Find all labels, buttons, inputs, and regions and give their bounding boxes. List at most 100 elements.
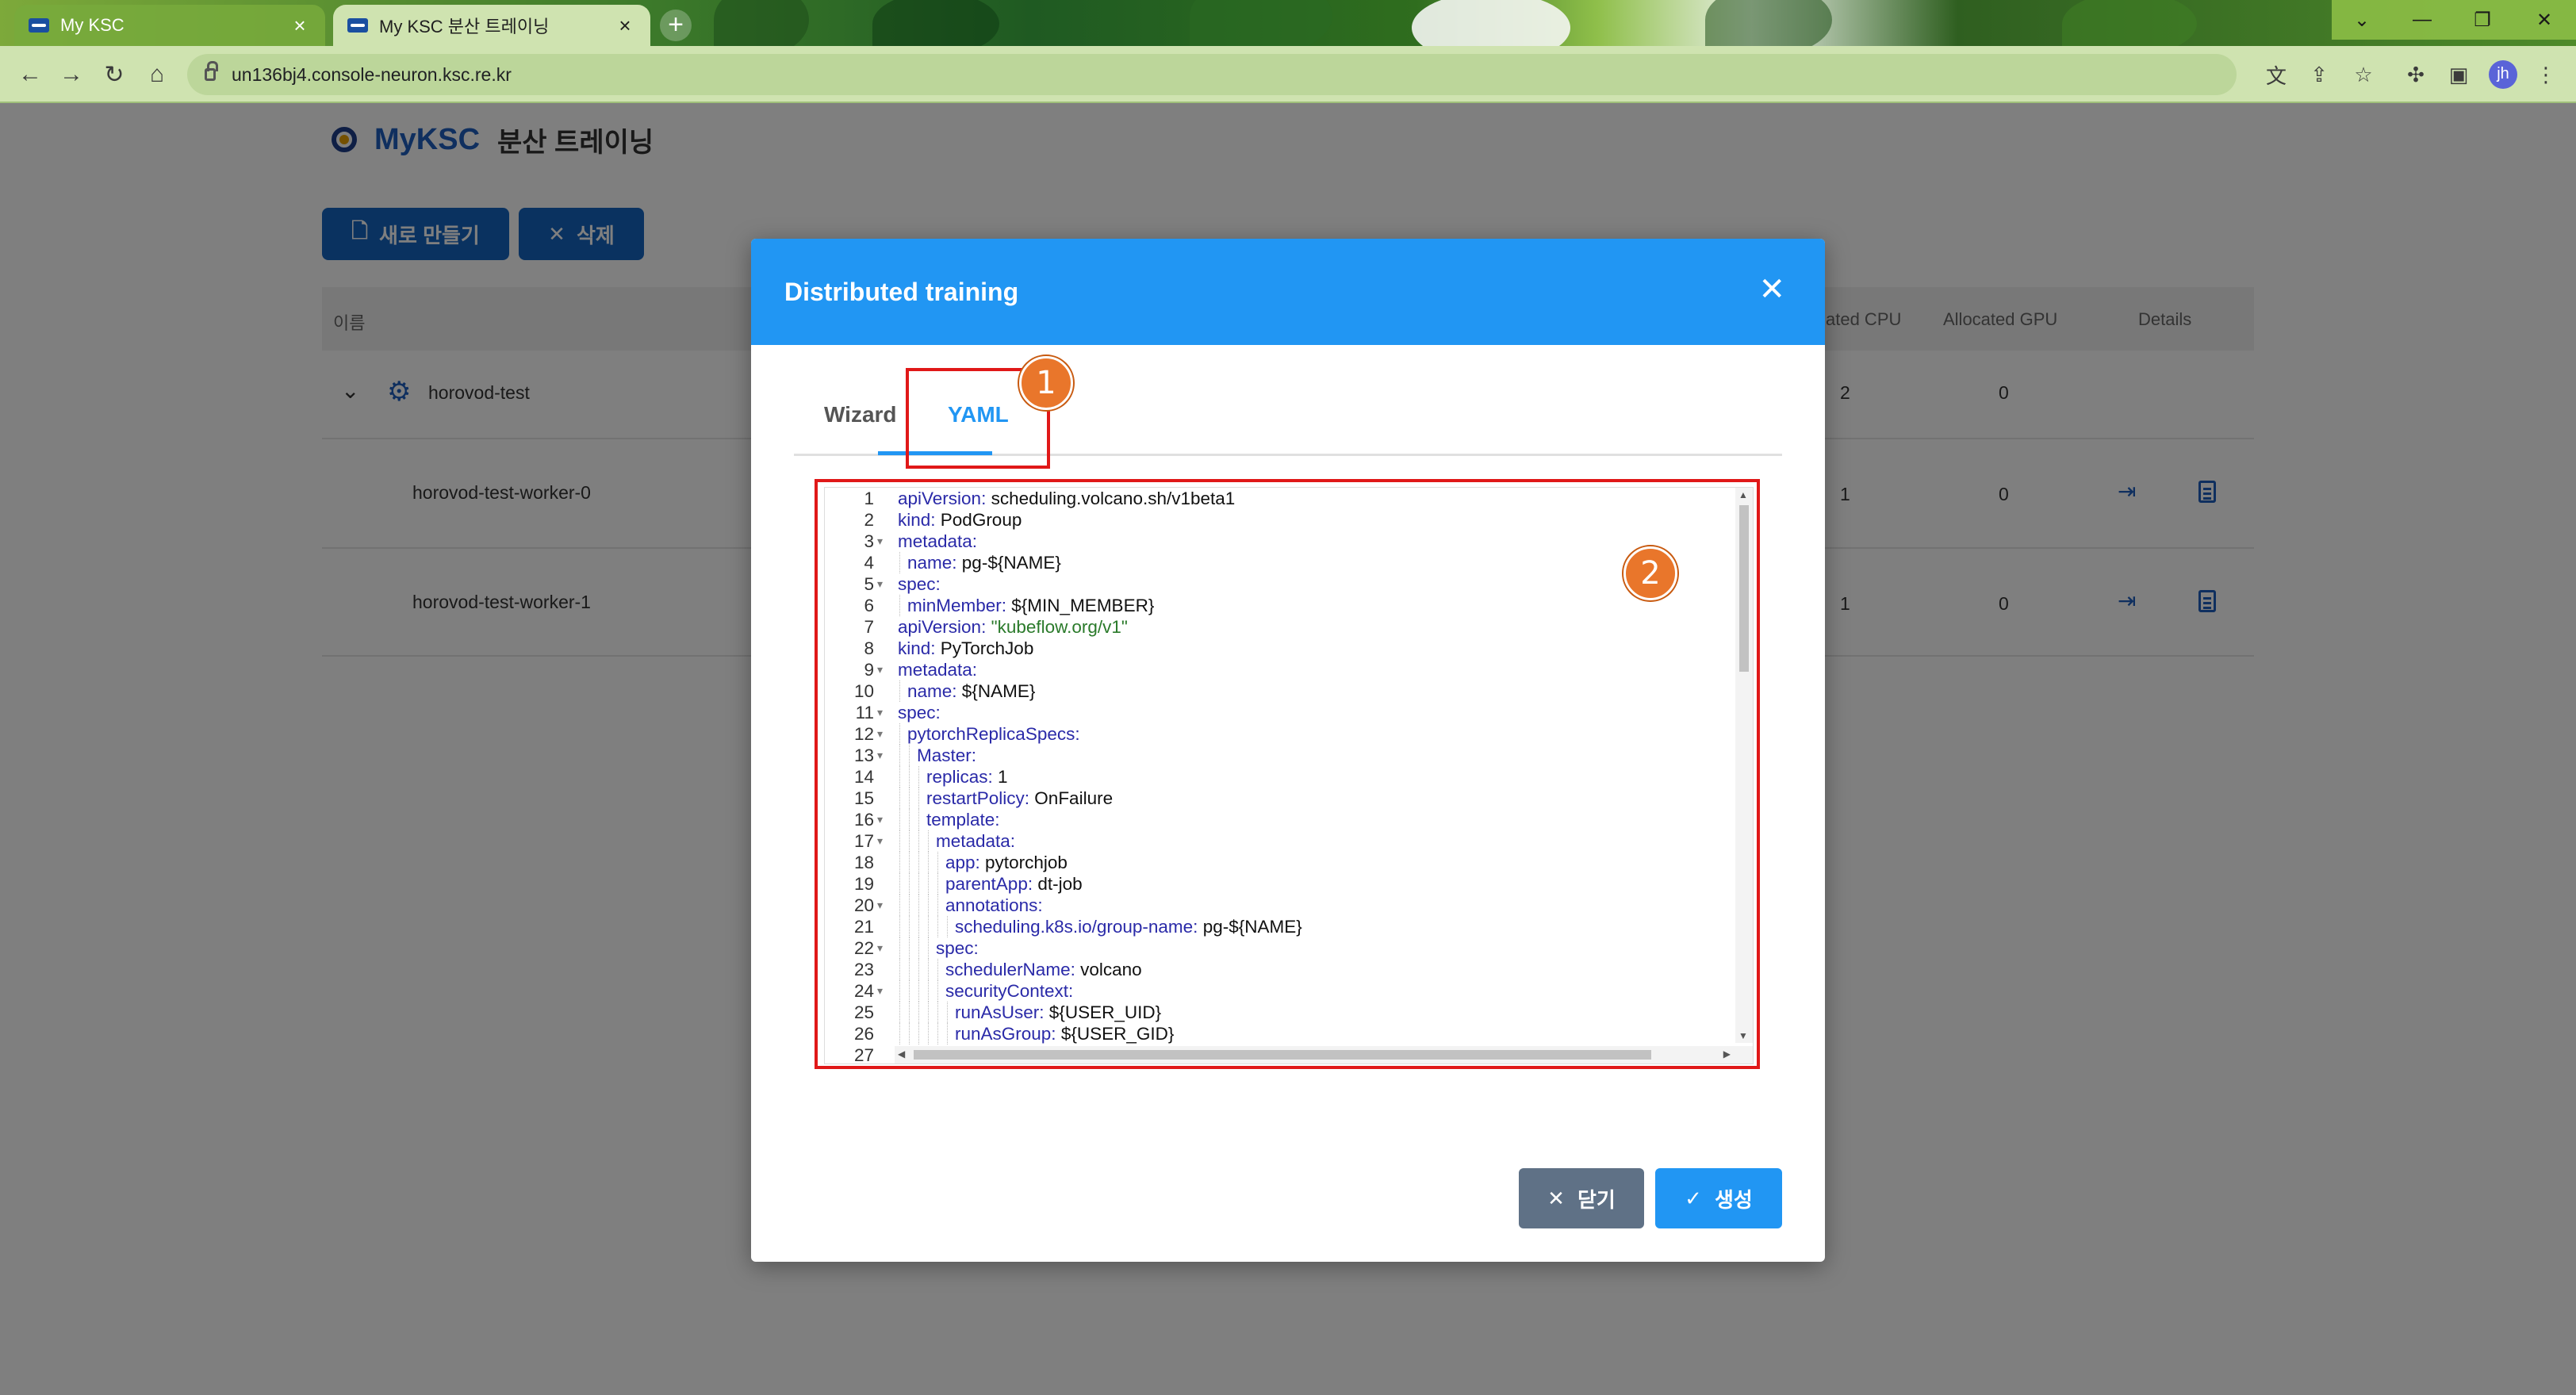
check-icon: ✓ [1685, 1186, 1702, 1210]
fold-arrow-icon[interactable]: ▾ [877, 745, 888, 766]
translate-icon[interactable]: 文 [2262, 60, 2290, 89]
indent-guide [899, 552, 900, 573]
vertical-scrollbar[interactable]: ▲ ▼ [1735, 488, 1753, 1043]
url-input[interactable]: un136bj4.console-neuron.ksc.re.kr [187, 54, 2237, 95]
code-text: securityContext: [945, 980, 1073, 1002]
line-number: 14 [853, 767, 874, 787]
yaml-value: ${MIN_MEMBER} [1006, 596, 1155, 615]
window-close-button[interactable]: ✕ [2513, 0, 2576, 40]
indent-guide [909, 937, 910, 959]
code-text: kind: PyTorchJob [898, 638, 1033, 659]
yaml-key: spec: [898, 574, 941, 594]
indent-guide [928, 852, 929, 873]
code-text: apiVersion: "kubeflow.org/v1" [898, 616, 1128, 638]
theme-leaf [714, 0, 809, 46]
code-text: restartPolicy: OnFailure [926, 788, 1113, 809]
fold-arrow-icon[interactable]: ▾ [877, 573, 888, 595]
fold-arrow-icon[interactable]: ▾ [877, 895, 888, 916]
code-text: spec: [898, 573, 941, 595]
lock-icon [205, 61, 218, 81]
yaml-key: parentApp: [945, 874, 1033, 894]
indent-guide [928, 959, 929, 980]
indent-guide [928, 1023, 929, 1044]
line-number: 5 [864, 574, 874, 594]
indent-guide [937, 895, 938, 916]
yaml-value: ${NAME} [956, 681, 1036, 701]
home-icon[interactable]: ⌂ [141, 59, 173, 90]
minimize-button[interactable]: — [2392, 0, 2452, 40]
dialog-header: Distributed training ✕ [751, 239, 1825, 345]
yaml-key: runAsGroup: [955, 1024, 1056, 1044]
indent-guide [928, 937, 929, 959]
side-panel-icon[interactable]: ▣ [2444, 60, 2473, 89]
yaml-value: pg-${NAME} [956, 553, 1061, 573]
tab-my-ksc[interactable]: My KSC × [14, 5, 325, 46]
tab-distributed-training[interactable]: My KSC 분산 트레이닝 × [333, 5, 650, 46]
yaml-value: pytorchjob [979, 853, 1068, 872]
scroll-up-icon[interactable]: ▲ [1738, 489, 1748, 500]
indent-guide [899, 852, 900, 873]
yaml-key: schedulerName: [945, 960, 1075, 979]
indent-guide [899, 766, 900, 788]
line-number: 8 [864, 638, 874, 658]
line-number: 17 [853, 831, 874, 851]
puzzle-icon[interactable]: ✣ [2402, 60, 2430, 89]
fold-arrow-icon[interactable]: ▾ [877, 531, 888, 552]
code-text: apiVersion: scheduling.volcano.sh/v1beta… [898, 488, 1235, 509]
indent-guide [909, 766, 910, 788]
code-text: spec: [936, 937, 979, 959]
tab-search-button[interactable]: ⌄ [2332, 0, 2392, 40]
close-icon[interactable]: × [289, 13, 311, 38]
close-icon[interactable]: ✕ [1758, 274, 1785, 305]
fold-arrow-icon[interactable]: ▾ [877, 937, 888, 959]
indent-guide [918, 766, 919, 788]
indent-guide [899, 873, 900, 895]
indent-guide [909, 788, 910, 809]
fold-arrow-icon[interactable]: ▾ [877, 830, 888, 852]
yaml-key: Master: [917, 745, 977, 765]
fold-arrow-icon[interactable]: ▾ [877, 809, 888, 830]
tab-wizard[interactable]: Wizard [824, 402, 897, 427]
scroll-down-icon[interactable]: ▼ [1738, 1030, 1748, 1041]
code-text: name: pg-${NAME} [907, 552, 1061, 573]
create-button[interactable]: ✓ 생성 [1655, 1168, 1782, 1228]
yaml-value: pg-${NAME} [1198, 917, 1302, 937]
yaml-key: runAsUser: [955, 1002, 1045, 1022]
star-icon[interactable]: ☆ [2349, 60, 2378, 89]
new-tab-button[interactable]: + [660, 10, 692, 41]
indent-guide [899, 1002, 900, 1023]
yaml-key: securityContext: [945, 981, 1074, 1001]
indent-guide [918, 873, 919, 895]
indent-guide [918, 959, 919, 980]
line-number: 26 [853, 1024, 874, 1044]
restore-button[interactable]: ❐ [2452, 0, 2513, 40]
indent-guide [918, 916, 919, 937]
yaml-editor[interactable]: 1 apiVersion: scheduling.volcano.sh/v1bet… [824, 487, 1754, 1064]
code-text: schedulerName: volcano [945, 959, 1142, 980]
fold-arrow-icon[interactable]: ▾ [877, 980, 888, 1002]
scroll-left-icon[interactable]: ◀ [898, 1048, 905, 1060]
reload-icon[interactable]: ↻ [98, 59, 130, 90]
ksc-favicon-icon [29, 18, 49, 33]
fold-arrow-icon[interactable]: ▾ [877, 702, 888, 723]
close-icon[interactable]: × [614, 13, 636, 38]
indent-guide [918, 1023, 919, 1044]
dialog-title: Distributed training [784, 277, 1019, 306]
url-text: un136bj4.console-neuron.ksc.re.kr [232, 63, 512, 85]
fold-arrow-icon[interactable]: ▾ [877, 659, 888, 680]
fold-arrow-icon[interactable]: ▾ [877, 723, 888, 745]
scroll-right-icon[interactable]: ▶ [1723, 1048, 1731, 1060]
yaml-value: ${USER_GID} [1056, 1024, 1175, 1044]
indent-guide [928, 895, 929, 916]
arrow-right-icon[interactable]: → [56, 59, 87, 90]
share-icon[interactable]: ⇪ [2305, 60, 2333, 89]
yaml-value: 1 [992, 767, 1008, 787]
code-text: Master: [917, 745, 976, 766]
horizontal-scrollbar[interactable]: ◀ ▶ [895, 1046, 1753, 1063]
profile-avatar[interactable]: jh [2489, 60, 2517, 89]
arrow-left-icon[interactable]: ← [14, 59, 46, 90]
scrollbar-thumb[interactable] [1739, 505, 1749, 672]
kebab-menu-icon[interactable]: ⋮ [2532, 60, 2560, 89]
close-button[interactable]: ✕ 닫기 [1519, 1168, 1644, 1228]
scrollbar-thumb[interactable] [914, 1050, 1651, 1060]
